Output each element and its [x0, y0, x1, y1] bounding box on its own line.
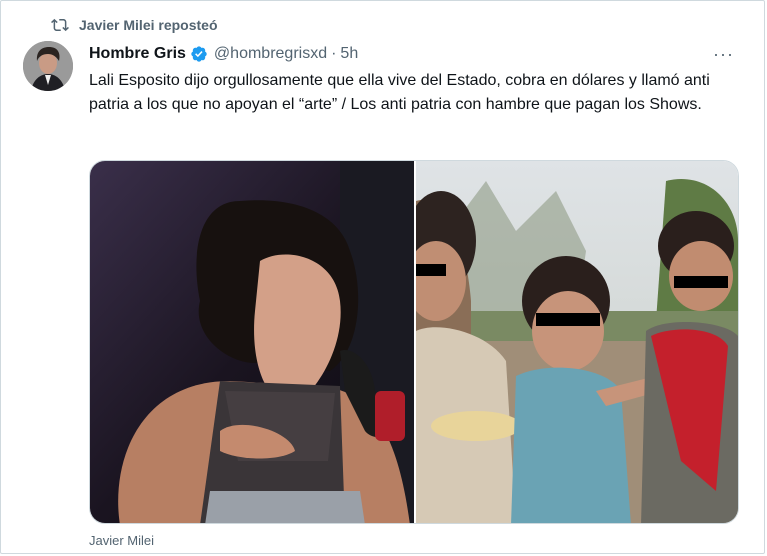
media-image-left[interactable] — [90, 161, 414, 523]
more-options-icon[interactable]: ··· — [713, 45, 734, 63]
singer-photo — [90, 161, 414, 523]
repost-label: Javier Milei reposteó — [79, 17, 218, 33]
verified-badge-icon — [191, 46, 207, 62]
author-name[interactable]: Hombre Gris — [89, 45, 186, 63]
timestamp[interactable]: 5h — [340, 45, 358, 63]
repost-icon — [51, 18, 69, 32]
separator-dot: · — [331, 45, 337, 62]
avatar[interactable] — [23, 41, 73, 91]
avatar-photo — [23, 41, 73, 91]
tweet-header: Hombre Gris @hombregrisxd · 5h — [89, 43, 358, 65]
tweet-card[interactable]: Javier Milei reposteó Hombre Gris @hombr… — [0, 0, 765, 554]
footer-caption: Javier Milei — [89, 533, 155, 548]
children-photo — [406, 161, 738, 523]
tweet-media[interactable] — [89, 160, 739, 524]
tweet-text: Lali Esposito dijo orgullosamente que el… — [89, 72, 710, 113]
repost-indicator[interactable]: Javier Milei reposteó — [51, 13, 218, 37]
author-handle[interactable]: @hombregrisxd — [214, 45, 327, 63]
media-image-right[interactable] — [406, 161, 738, 523]
